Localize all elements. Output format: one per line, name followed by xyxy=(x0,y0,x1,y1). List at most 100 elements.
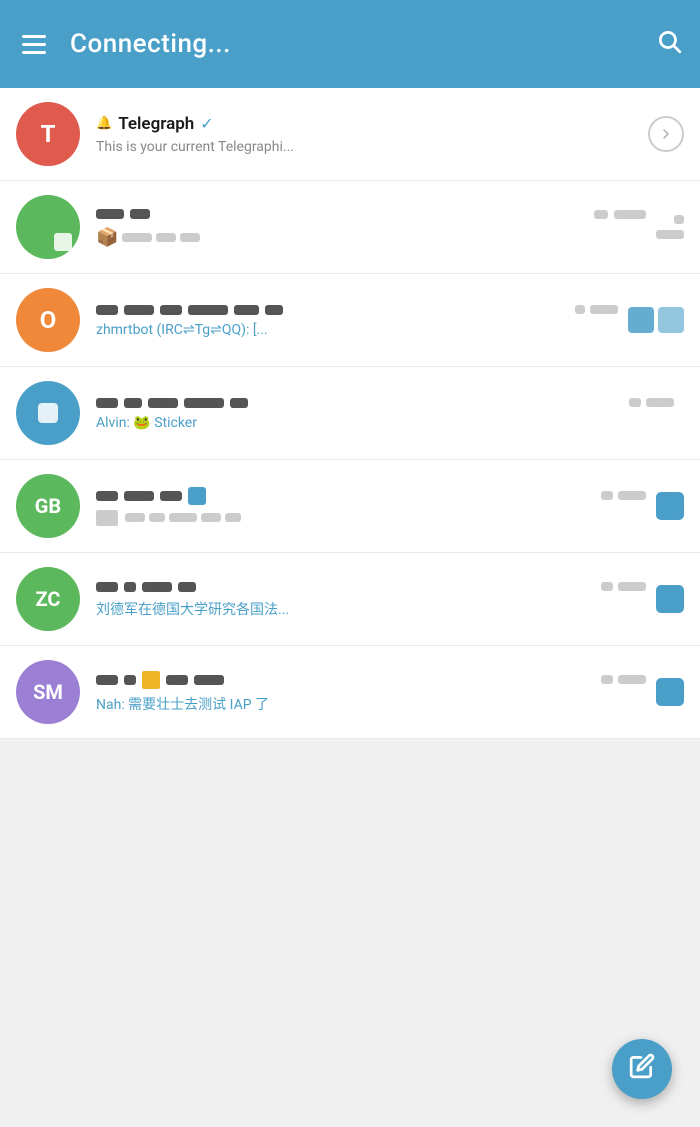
time-blur-3b xyxy=(590,305,618,314)
compose-fab-button[interactable] xyxy=(612,1039,672,1099)
chat-content-3: zhmrtbot (IRC⇌Tg⇌QQ): [... xyxy=(96,302,618,338)
name-blur-4c xyxy=(148,398,178,408)
chat-top-row-6 xyxy=(96,579,646,594)
time-blur-3 xyxy=(575,305,585,314)
chat-preview-7: Nah: 需要壮士去测试 IAP 了 xyxy=(96,694,269,714)
chat-time-5 xyxy=(601,488,646,503)
menu-button[interactable] xyxy=(18,31,50,58)
chat-time-3 xyxy=(575,302,618,317)
chat-item-3[interactable]: O zhmrtbot (IRC⇌Tg⇌QQ): [... xyxy=(0,274,700,367)
time-blur xyxy=(594,210,608,219)
preview-blur-3 xyxy=(180,233,200,242)
header-title: Connecting... xyxy=(70,29,636,59)
chat-content-telegraph: 🔔 Telegraph ✓ This is your current Teleg… xyxy=(96,114,638,155)
avatar-telegraph: T xyxy=(16,102,80,166)
forward-icon xyxy=(648,116,684,152)
name-flag-7 xyxy=(142,671,160,689)
name-blur-6d xyxy=(178,582,196,592)
chat-content-7: Nah: 需要壮士去测试 IAP 了 xyxy=(96,671,646,714)
name-blur-4a xyxy=(96,398,118,408)
avatar-6: ZC xyxy=(16,567,80,631)
mute-icon: 🔔 xyxy=(96,116,112,131)
search-button[interactable] xyxy=(656,28,682,61)
chat-preview-row-3: zhmrtbot (IRC⇌Tg⇌QQ): [... xyxy=(96,322,618,338)
chat-right-2 xyxy=(656,215,684,239)
avatar-square-4 xyxy=(38,403,58,423)
chat-top-row-7 xyxy=(96,671,646,689)
chat-content-2: 📦 xyxy=(96,207,646,248)
name-blur-1 xyxy=(96,209,124,219)
chat-item-telegraph[interactable]: T 🔔 Telegraph ✓ This is your current Tel… xyxy=(0,88,700,181)
time-blur-6b xyxy=(618,582,646,591)
chat-right-5 xyxy=(656,492,684,520)
chat-item-4[interactable]: Alvin: 🐸 Sticker xyxy=(0,367,700,460)
name-blur-6c xyxy=(142,582,172,592)
chat-right-7 xyxy=(656,678,684,706)
avatar-letter-5: GB xyxy=(35,494,61,518)
avatar-letter-7: SM xyxy=(33,680,63,704)
time-blur-2 xyxy=(614,210,646,219)
name-blur-4d xyxy=(184,398,224,408)
avatar-inner-icon xyxy=(54,233,72,251)
time-blur-5b xyxy=(618,491,646,500)
preview-blur-1 xyxy=(122,233,152,242)
chat-list: T 🔔 Telegraph ✓ This is your current Tel… xyxy=(0,88,700,739)
avatar-letter-6: ZC xyxy=(36,587,61,611)
preview-emoji: 📦 xyxy=(96,227,118,248)
chat-preview-row-2: 📦 xyxy=(96,227,646,248)
app-header: Connecting... xyxy=(0,0,700,88)
unread-blur-2 xyxy=(656,230,684,239)
verified-badge: ✓ xyxy=(200,114,213,133)
chat-right-6 xyxy=(656,585,684,613)
chat-right-3 xyxy=(628,307,684,333)
name-blur-7c xyxy=(166,675,188,685)
chat-top-row-3 xyxy=(96,302,618,317)
preview-blur-2 xyxy=(156,233,176,242)
chat-right-telegraph xyxy=(648,116,684,152)
chat-preview-row-5 xyxy=(96,510,646,526)
time-blur-4b xyxy=(646,398,674,407)
chat-content-6: 刘德军在德国大学研究各国法... xyxy=(96,579,646,619)
chat-top-row: 🔔 Telegraph ✓ xyxy=(96,114,638,134)
avatar-5: GB xyxy=(16,474,80,538)
chat-time-6 xyxy=(601,579,646,594)
chat-item-2[interactable]: 📦 xyxy=(0,181,700,274)
chat-name: Telegraph xyxy=(118,114,194,134)
chat-top-row-5 xyxy=(96,487,646,505)
name-blur-2 xyxy=(130,209,150,219)
avatar-4 xyxy=(16,381,80,445)
name-blur-5c xyxy=(160,491,182,501)
bot-icon-3b xyxy=(658,307,684,333)
name-blur-3a xyxy=(96,305,118,315)
chat-time-7 xyxy=(601,672,646,687)
chat-item-5[interactable]: GB xyxy=(0,460,700,553)
chat-item-6[interactable]: ZC 刘德军在德国大学研究各国法... xyxy=(0,553,700,646)
chat-top-row-4 xyxy=(96,395,674,410)
chat-content-4: Alvin: 🐸 Sticker xyxy=(96,395,674,431)
chat-name-area-4 xyxy=(96,398,621,408)
unread-square-5 xyxy=(188,487,206,505)
time-blur-7b xyxy=(618,675,646,684)
chat-preview-row: This is your current Telegraphi... xyxy=(96,139,638,155)
chat-content-5 xyxy=(96,487,646,526)
avatar-letter-3: O xyxy=(40,306,57,334)
preview-blur-5b xyxy=(149,513,165,522)
chat-top-row-2 xyxy=(96,207,646,222)
time-blur-6 xyxy=(601,582,613,591)
chat-name-area-5 xyxy=(96,487,593,505)
compose-fab-icon xyxy=(629,1053,655,1085)
preview-blur-5e xyxy=(225,513,241,522)
bot-icon-5 xyxy=(656,492,684,520)
name-blur-3f xyxy=(265,305,283,315)
chat-preview-row-7: Nah: 需要壮士去测试 IAP 了 xyxy=(96,694,646,714)
name-blur-5a xyxy=(96,491,118,501)
chat-name-area-6 xyxy=(96,582,593,592)
preview-blur-5d xyxy=(201,513,221,522)
chat-item-7[interactable]: SM Nah: 需要壮士去测试 IAP 了 xyxy=(0,646,700,739)
name-blur-4e xyxy=(230,398,248,408)
chat-preview-4: Alvin: 🐸 Sticker xyxy=(96,415,197,431)
name-blur-3d xyxy=(188,305,228,315)
name-blur-3e xyxy=(234,305,259,315)
time-blur-7 xyxy=(601,675,613,684)
chat-name-area: 🔔 Telegraph ✓ xyxy=(96,114,638,134)
